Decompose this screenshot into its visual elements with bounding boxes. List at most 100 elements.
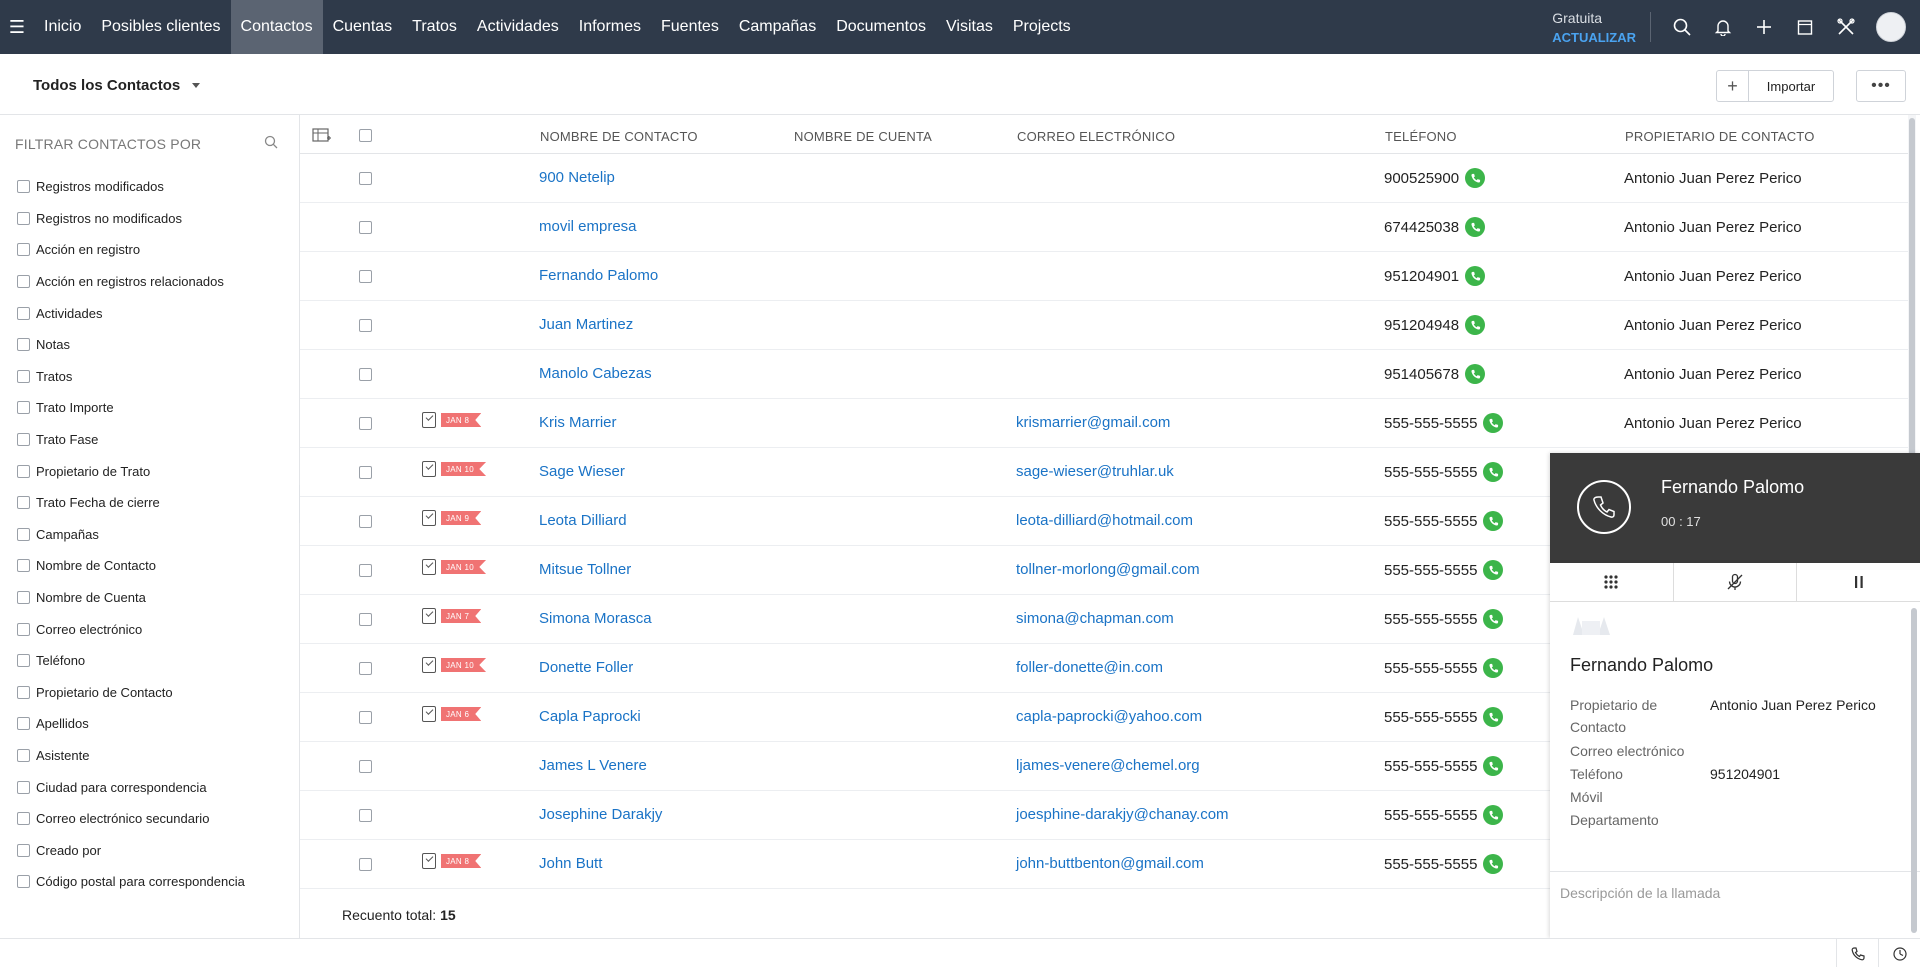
nav-tab-tratos[interactable]: Tratos (402, 0, 467, 54)
task-indicator[interactable]: JAN 6 (422, 706, 482, 722)
contact-name-link[interactable]: Leota Dilliard (539, 512, 627, 529)
filter-item[interactable]: Acción en registro (17, 234, 245, 266)
email-link[interactable]: foller-donette@in.com (1016, 659, 1163, 676)
contact-name-link[interactable]: 900 Netelip (539, 169, 615, 186)
filter-item[interactable]: Trato Importe (17, 392, 245, 424)
column-header-phone[interactable]: TELÉFONO (1385, 129, 1457, 144)
avatar[interactable] (1876, 12, 1906, 42)
select-all-checkbox[interactable] (359, 129, 372, 142)
column-header-email[interactable]: CORREO ELECTRÓNICO (1017, 129, 1175, 144)
keypad-button[interactable] (1550, 563, 1674, 601)
row-checkbox[interactable] (359, 809, 372, 822)
filter-checkbox[interactable] (17, 843, 30, 857)
contact-name-link[interactable]: Manolo Cabezas (539, 365, 652, 382)
call-icon[interactable] (1483, 658, 1504, 678)
contact-name-link[interactable]: Kris Marrier (539, 414, 617, 431)
email-link[interactable]: joesphine-darakjy@chanay.com (1016, 806, 1229, 823)
task-indicator[interactable]: JAN 10 (422, 461, 487, 477)
call-icon[interactable] (1483, 756, 1504, 776)
filter-checkbox[interactable] (17, 622, 30, 636)
import-button[interactable]: Importar (1749, 71, 1833, 101)
call-icon[interactable] (1483, 462, 1504, 482)
filter-checkbox[interactable] (17, 685, 30, 699)
task-indicator[interactable]: JAN 10 (422, 559, 487, 575)
menu-icon[interactable]: ☰ (0, 0, 34, 54)
nav-tab-projects[interactable]: Projects (1003, 0, 1081, 54)
table-row[interactable]: JAN 8 Kris Marrier krismarrier@gmail.com 55… (300, 399, 1910, 448)
filter-item[interactable]: Ciudad para correspondencia (17, 771, 245, 803)
filter-checkbox[interactable] (17, 780, 30, 794)
contact-name-link[interactable]: John Butt (539, 855, 602, 872)
filter-checkbox[interactable] (17, 496, 30, 510)
row-checkbox[interactable] (359, 613, 372, 626)
column-header-name[interactable]: NOMBRE DE CONTACTO (540, 129, 698, 144)
call-icon[interactable] (1483, 511, 1504, 531)
filter-item[interactable]: Propietario de Contacto (17, 677, 245, 709)
nav-tab-fuentes[interactable]: Fuentes (651, 0, 729, 54)
email-link[interactable]: john-buttbenton@gmail.com (1016, 855, 1204, 872)
call-icon[interactable] (1483, 854, 1504, 874)
filter-checkbox[interactable] (17, 306, 30, 320)
filter-item[interactable]: Apellidos (17, 708, 245, 740)
filter-checkbox[interactable] (17, 559, 30, 573)
filter-checkbox[interactable] (17, 812, 30, 826)
task-indicator[interactable]: JAN 8 (422, 412, 482, 428)
call-icon[interactable] (1465, 266, 1486, 286)
more-options-button[interactable]: ••• (1856, 70, 1906, 102)
row-checkbox[interactable] (359, 515, 372, 528)
filter-checkbox[interactable] (17, 875, 30, 889)
filter-checkbox[interactable] (17, 180, 30, 194)
table-row[interactable]: movil empresa 674425038 Antonio Juan Perez… (300, 203, 1910, 252)
tools-icon[interactable] (1825, 0, 1866, 54)
create-contact-button[interactable]: + (1717, 71, 1749, 101)
nav-tab-posibles-clientes[interactable]: Posibles clientes (91, 0, 230, 54)
plus-icon[interactable] (1743, 0, 1784, 54)
row-checkbox[interactable] (359, 466, 372, 479)
nav-tab-informes[interactable]: Informes (569, 0, 651, 54)
filter-checkbox[interactable] (17, 591, 30, 605)
row-checkbox[interactable] (359, 711, 372, 724)
email-link[interactable]: ljames-venere@chemel.org (1016, 757, 1200, 774)
filter-item[interactable]: Registros modificados (17, 171, 245, 203)
filter-item[interactable]: Acción en registros relacionados (17, 266, 245, 298)
filter-checkbox[interactable] (17, 369, 30, 383)
task-indicator[interactable]: JAN 8 (422, 853, 482, 869)
filter-checkbox[interactable] (17, 211, 30, 225)
filter-item[interactable]: Trato Fase (17, 424, 245, 456)
mute-button[interactable] (1674, 563, 1798, 601)
filter-item[interactable]: Campañas (17, 519, 245, 551)
contact-name-link[interactable]: Capla Paprocki (539, 708, 641, 725)
email-link[interactable]: krismarrier@gmail.com (1016, 414, 1170, 431)
column-header-owner[interactable]: PROPIETARIO DE CONTACTO (1625, 129, 1815, 144)
filter-checkbox[interactable] (17, 464, 30, 478)
filter-item[interactable]: Propietario de Trato (17, 455, 245, 487)
table-row[interactable]: Juan Martinez 951204948 Antonio Juan Perez… (300, 301, 1910, 350)
filter-checkbox[interactable] (17, 748, 30, 762)
history-icon[interactable] (1878, 939, 1920, 967)
row-checkbox[interactable] (359, 417, 372, 430)
filter-item[interactable]: Creado por (17, 834, 245, 866)
column-settings-icon[interactable] (312, 127, 332, 146)
filter-item[interactable]: Notas (17, 329, 245, 361)
search-icon[interactable] (264, 135, 278, 152)
contact-name-link[interactable]: Josephine Darakjy (539, 806, 662, 823)
row-checkbox[interactable] (359, 319, 372, 332)
row-checkbox[interactable] (359, 221, 372, 234)
filter-checkbox[interactable] (17, 243, 30, 257)
contact-name-link[interactable]: Donette Foller (539, 659, 633, 676)
contact-name-link[interactable]: Mitsue Tollner (539, 561, 631, 578)
nav-tab-cuentas[interactable]: Cuentas (323, 0, 403, 54)
filter-item[interactable]: Registros no modificados (17, 203, 245, 235)
call-icon[interactable] (1483, 413, 1504, 433)
nav-tab-contactos[interactable]: Contactos (230, 0, 323, 54)
table-row[interactable]: Manolo Cabezas 951405678 Antonio Juan Pere… (300, 350, 1910, 399)
filter-item[interactable]: Correo electrónico secundario (17, 803, 245, 835)
filter-checkbox[interactable] (17, 717, 30, 731)
task-indicator[interactable]: JAN 7 (422, 608, 482, 624)
email-link[interactable]: tollner-morlong@gmail.com (1016, 561, 1200, 578)
filter-checkbox[interactable] (17, 527, 30, 541)
call-description-input[interactable]: Descripción de la llamada (1550, 871, 1920, 938)
call-icon[interactable] (1483, 707, 1504, 727)
nav-tab-visitas[interactable]: Visitas (936, 0, 1003, 54)
filter-checkbox[interactable] (17, 654, 30, 668)
